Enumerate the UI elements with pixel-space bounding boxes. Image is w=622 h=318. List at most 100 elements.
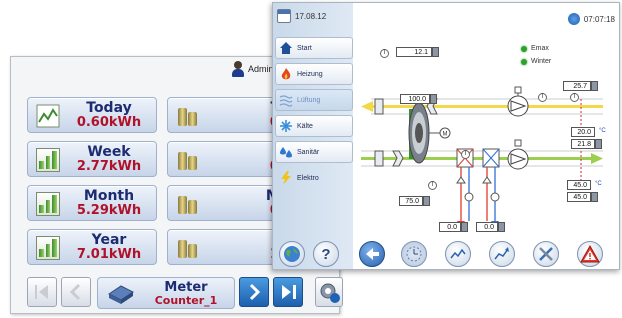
menu-item-kaelte[interactable]: Kälte	[275, 115, 353, 137]
snowflake-icon	[279, 119, 293, 133]
temp-sensor-outdoor[interactable]: T	[380, 49, 389, 58]
prev-page-icon	[69, 283, 81, 301]
temp-sensor-exhaust[interactable]: T	[570, 93, 579, 102]
cool-valve-value: 0.0	[484, 223, 494, 231]
supply-fan-value: 25.7	[573, 82, 587, 90]
tile-today-energy[interactable]: Today 0.60kWh	[27, 97, 157, 133]
menu-label: Sanitär	[297, 148, 320, 156]
ventilation-panel: 17.08.12 Start Heizung Lüftung Kälte San…	[272, 2, 620, 270]
tile-label: Today	[86, 100, 132, 116]
menu-item-heizung[interactable]: Heizung	[275, 63, 353, 85]
trend-button-1[interactable]	[445, 241, 471, 267]
menu-label: Kälte	[297, 122, 313, 130]
menu-item-sanitaer[interactable]: Sanitär	[275, 141, 353, 163]
globe-button[interactable]	[279, 241, 305, 267]
temp-sensor-heat-valve[interactable]: T	[428, 181, 437, 190]
tile-label: Week	[87, 144, 131, 160]
globe-icon	[284, 246, 300, 262]
exhaust-damper-value: 100.0	[408, 95, 426, 103]
spinner-icon	[432, 47, 439, 57]
exhaust-filter	[374, 98, 384, 115]
humidity-1-value: 45.0	[573, 181, 587, 189]
menu-label: Elektro	[297, 174, 319, 182]
tile-label: Month	[83, 188, 135, 204]
help-button[interactable]: ?	[313, 241, 339, 267]
schedule-button[interactable]	[401, 241, 427, 267]
menu-item-lueftung[interactable]: Lüftung	[275, 89, 353, 111]
user-icon	[231, 61, 245, 77]
clock-icon	[567, 13, 580, 25]
humidity-unit: °C	[595, 181, 602, 187]
trend-button-2[interactable]	[489, 241, 515, 267]
calendar-icon	[277, 9, 291, 23]
meter-selector[interactable]: Meter Counter_1	[97, 277, 235, 309]
settings-button[interactable]	[315, 277, 343, 307]
alarm-button[interactable]	[577, 241, 603, 267]
tile-value: 5.29kWh	[76, 203, 142, 218]
supply-temp-unit: °C	[599, 128, 606, 134]
tile-value: 2.77kWh	[76, 159, 142, 174]
last-page-button[interactable]	[273, 277, 303, 307]
supply-fan-field[interactable]: 25.7	[563, 81, 598, 91]
humidity-1-field[interactable]: 45.0	[567, 180, 591, 190]
user-badge[interactable]: Admin	[231, 61, 274, 77]
sidebar: 17.08.12 Start Heizung Lüftung Kälte San…	[273, 3, 353, 269]
supply-temp-field[interactable]: 20.0	[571, 127, 595, 137]
tools-icon	[539, 247, 553, 261]
line-chart-icon	[36, 104, 60, 128]
settings-icon	[320, 283, 340, 303]
bar-chart-icon	[36, 236, 60, 260]
coins-icon	[176, 104, 200, 128]
exhaust-damper-field[interactable]: 100.0	[400, 94, 437, 104]
tile-month-energy[interactable]: Month 5.29kWh	[27, 185, 157, 221]
coins-icon	[176, 192, 200, 216]
tile-year-energy[interactable]: Year 7.01kWh	[27, 229, 157, 265]
first-page-button[interactable]	[27, 277, 57, 307]
svg-text:M: M	[443, 132, 448, 138]
spinner-icon	[595, 139, 602, 149]
tools-button[interactable]	[533, 241, 559, 267]
tile-value: 7.01kWh	[76, 247, 142, 262]
tile-week-energy[interactable]: Week 2.77kWh	[27, 141, 157, 177]
cooling-coil	[482, 148, 500, 168]
meter-title: Meter	[164, 280, 208, 295]
menu-label: Lüftung	[297, 96, 321, 104]
spinner-icon	[591, 192, 598, 202]
clock-schedule-icon	[406, 246, 422, 262]
outdoor-damper-value: 75.0	[405, 197, 419, 205]
back-arrow-icon	[366, 248, 379, 260]
cool-valve-field[interactable]: 0.0	[476, 222, 505, 232]
bar-chart-icon	[36, 148, 60, 172]
next-page-button[interactable]	[239, 277, 269, 307]
tile-value: 0.60kWh	[76, 115, 142, 130]
humidity-2-value: 45.0	[573, 193, 587, 201]
temp-sensor-mix[interactable]: T	[461, 150, 470, 159]
heat-valve-value: 0.0	[447, 223, 457, 231]
time-display: 07:07:18	[567, 13, 615, 25]
outdoor-damper-field[interactable]: 75.0	[399, 196, 430, 206]
menu-item-start[interactable]: Start	[275, 37, 353, 59]
home-icon	[279, 41, 293, 55]
setpoint-field[interactable]: 12.1	[396, 47, 439, 57]
exhaust-air-duct	[361, 98, 603, 115]
heat-valve-field[interactable]: 0.0	[439, 222, 468, 232]
spinner-icon	[423, 196, 430, 206]
date-text: 17.08.12	[295, 11, 327, 21]
air-icon	[279, 93, 293, 107]
back-button[interactable]	[359, 241, 385, 267]
water-drops-icon	[279, 145, 293, 159]
spinner-icon	[461, 222, 468, 232]
humidity-2-field[interactable]: 45.0	[567, 192, 598, 202]
meter-name: Counter_1	[154, 294, 218, 307]
menu-item-elektro[interactable]: Elektro	[275, 167, 353, 189]
exhaust-fan	[507, 86, 529, 117]
temp-sensor-supply[interactable]: T	[538, 93, 547, 102]
supply-temp-2-field[interactable]: 21.8	[571, 139, 602, 149]
meter-device-icon	[108, 285, 134, 304]
cooling-valve-pipes	[482, 167, 500, 227]
trend-chart-icon	[450, 248, 466, 259]
spinner-icon	[498, 222, 505, 232]
menu-label: Heizung	[297, 70, 323, 78]
prev-page-button[interactable]	[61, 277, 91, 307]
setpoint-value: 12.1	[414, 48, 428, 56]
